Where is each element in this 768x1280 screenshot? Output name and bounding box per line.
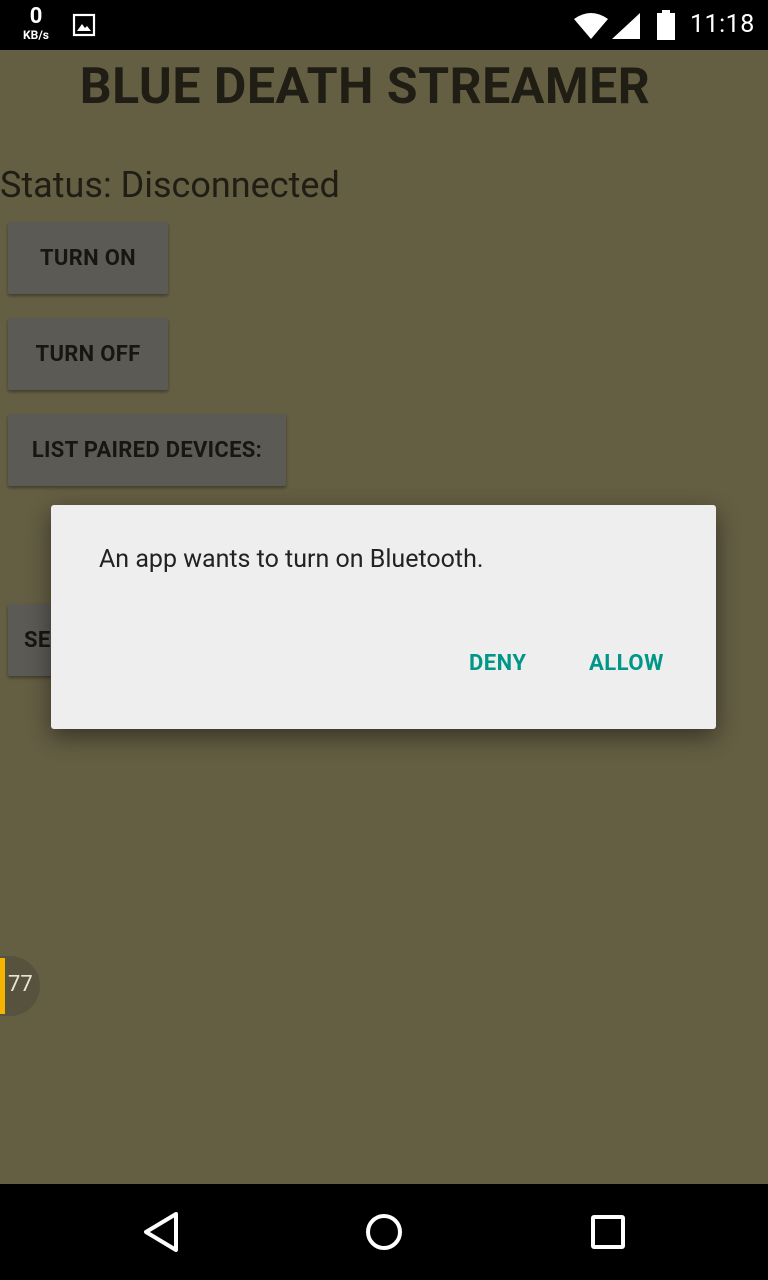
battery-icon xyxy=(657,10,675,40)
network-speed: 0 KB/s xyxy=(16,4,56,42)
clock: 11:18 xyxy=(690,10,755,39)
wifi-icon xyxy=(574,13,608,39)
image-icon xyxy=(72,13,96,37)
status-bar: 0 KB/s 11:18 xyxy=(0,0,768,50)
network-speed-unit: KB/s xyxy=(23,28,49,42)
recents-icon[interactable] xyxy=(590,1214,626,1250)
allow-button[interactable]: ALLOW xyxy=(589,651,664,676)
connection-status: Status: Disconnected xyxy=(0,164,340,206)
bubble-count: 77 xyxy=(8,972,33,997)
home-icon[interactable] xyxy=(364,1212,404,1252)
network-speed-value: 0 xyxy=(29,4,43,29)
turn-on-button[interactable]: TURN ON xyxy=(8,222,168,294)
deny-button[interactable]: DENY xyxy=(469,651,527,676)
back-icon[interactable] xyxy=(140,1210,182,1254)
dialog-message: An app wants to turn on Bluetooth. xyxy=(99,545,484,574)
signal-icon xyxy=(612,13,640,39)
bluetooth-permission-dialog: An app wants to turn on Bluetooth. DENY … xyxy=(51,505,716,729)
navigation-bar xyxy=(0,1184,768,1280)
app-title: BLUE DEATH STREAMER xyxy=(79,58,651,116)
turn-off-button[interactable]: TURN OFF xyxy=(8,318,168,390)
bubble-accent-bar xyxy=(0,958,5,1014)
list-paired-devices-button[interactable]: LIST PAIRED DEVICES: xyxy=(8,414,286,486)
floating-counter-bubble[interactable]: 77 xyxy=(0,956,40,1016)
